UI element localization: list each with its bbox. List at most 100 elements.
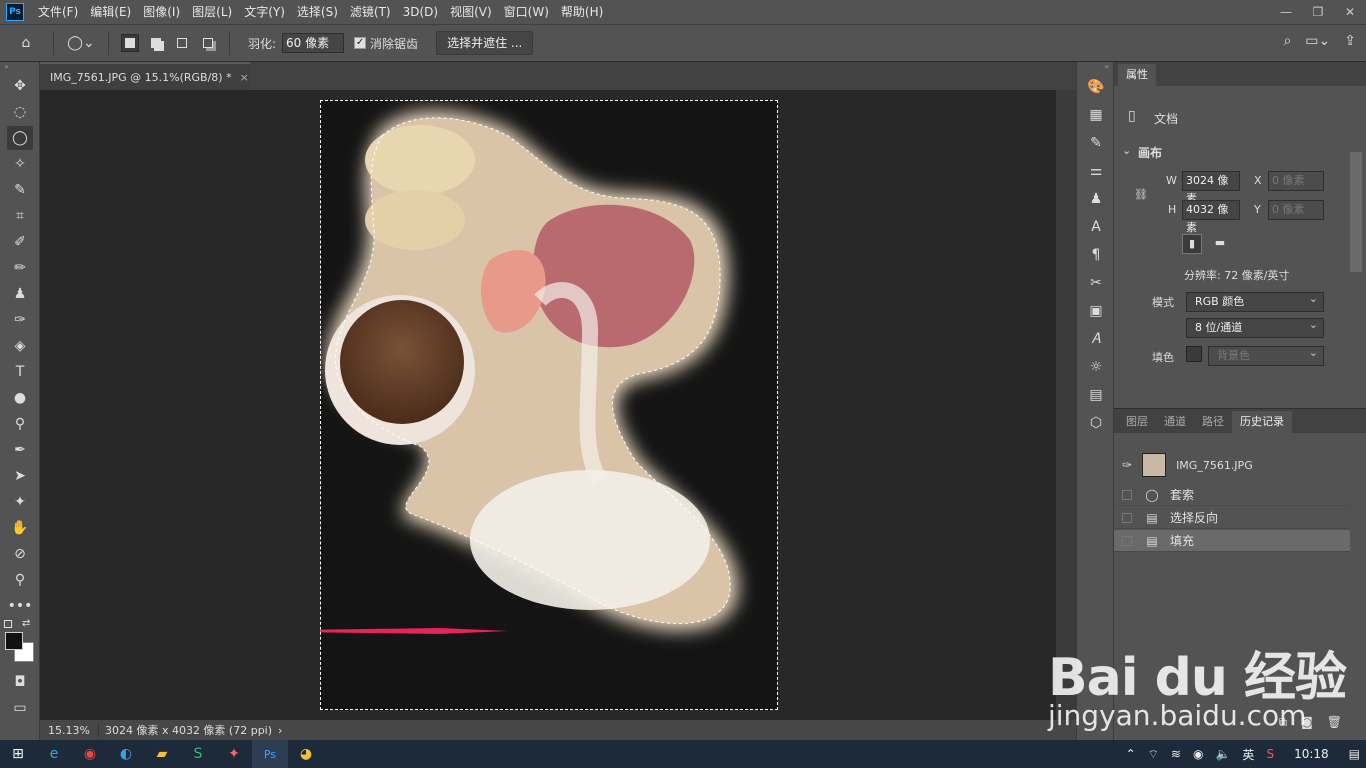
tab-history[interactable]: 历史记录	[1232, 411, 1292, 433]
paragraph-panel-icon[interactable]: ¶	[1082, 242, 1110, 268]
history-row[interactable]: ▤ 填充	[1114, 530, 1350, 552]
zoom-tool-icon[interactable]: ⚲	[7, 568, 33, 592]
collapse-toolbar-icon[interactable]: »	[0, 62, 39, 72]
antialias-toggle[interactable]: ✓ 消除锯齿	[354, 35, 418, 52]
color-panel-icon[interactable]: 🎨	[1082, 74, 1110, 100]
brush-tool-icon[interactable]: ✏	[7, 256, 33, 280]
zoom-level[interactable]: 15.13%	[40, 723, 99, 737]
clone-source-icon[interactable]: ♟	[1082, 186, 1110, 212]
magic-wand-icon[interactable]: ✧	[7, 152, 33, 176]
screen-mode-icon[interactable]: ▭	[7, 696, 33, 720]
tab-properties[interactable]: 属性	[1118, 64, 1156, 86]
healing-brush-icon[interactable]: ✐	[7, 230, 33, 254]
restore-icon[interactable]: ❐	[1302, 0, 1334, 24]
edge-icon[interactable]: ◐	[108, 740, 144, 768]
custom-shape-icon[interactable]: ✦	[7, 490, 33, 514]
dodge-tool-icon[interactable]: ⚲	[7, 412, 33, 436]
history-brush-icon[interactable]: ✑	[7, 308, 33, 332]
menu-layer[interactable]: 图层(L)	[186, 0, 238, 24]
bit-depth-dropdown[interactable]: 8 位/通道	[1186, 316, 1324, 338]
tools-preset-icon[interactable]: ✂	[1082, 270, 1110, 296]
camera-icon[interactable]: ◙	[1301, 715, 1313, 730]
menu-help[interactable]: 帮助(H)	[555, 0, 609, 24]
wifi-icon[interactable]: ≋	[1171, 747, 1181, 761]
properties-scrollbar[interactable]	[1350, 152, 1362, 272]
windows-start-icon[interactable]: ⊞	[0, 740, 36, 768]
menu-filter[interactable]: 滤镜(T)	[344, 0, 397, 24]
subtract-selection-button[interactable]	[173, 34, 191, 52]
tab-layers[interactable]: 图层	[1118, 411, 1156, 433]
eyedropper-icon[interactable]: ✎	[7, 178, 33, 202]
menu-type[interactable]: 文字(Y)	[238, 0, 291, 24]
adjustments-icon[interactable]: ⚌	[1082, 158, 1110, 184]
menu-edit[interactable]: 编辑(E)	[84, 0, 137, 24]
document-tab[interactable]: IMG_7561.JPG @ 15.1%(RGB/8) * ×	[40, 62, 250, 90]
chevron-down-icon[interactable]: ⌄	[1122, 144, 1131, 157]
default-colors-icon[interactable]	[4, 620, 12, 628]
brush-settings-icon[interactable]: ✎	[1082, 130, 1110, 156]
gradient-icon[interactable]: ▤	[1082, 382, 1110, 408]
history-snapshot[interactable]: ✑ IMG_7561.JPG	[1122, 453, 1253, 477]
file-explorer-icon[interactable]: ▰	[144, 740, 180, 768]
ime-label[interactable]: 英	[1242, 746, 1254, 763]
portrait-orientation-icon[interactable]: ▮	[1182, 234, 1202, 254]
type-tool-icon[interactable]: T	[7, 360, 33, 384]
menu-window[interactable]: 窗口(W)	[498, 0, 555, 24]
intersect-selection-button[interactable]	[199, 34, 217, 52]
y-field[interactable]: 0 像素	[1268, 200, 1324, 220]
tab-paths[interactable]: 路径	[1194, 411, 1232, 433]
swatches-panel-icon[interactable]: ▦	[1082, 102, 1110, 128]
lasso-preset-icon[interactable]: ◯⌄	[67, 30, 95, 56]
vertical-scrollbar[interactable]	[1056, 90, 1076, 720]
learn-icon[interactable]: ☼	[1082, 354, 1110, 380]
app-icon[interactable]: ◕	[288, 740, 324, 768]
fill-dropdown[interactable]: 背景色	[1208, 344, 1324, 366]
more-tools-icon[interactable]: •••	[7, 594, 33, 618]
move-tool-icon[interactable]: ✥	[7, 74, 33, 98]
landscape-orientation-icon[interactable]: ▬	[1210, 234, 1230, 254]
workspace-icon[interactable]: ▭⌄	[1305, 33, 1330, 49]
sogou-icon[interactable]: S	[1266, 747, 1274, 761]
feather-input[interactable]: 60 像素	[282, 33, 345, 53]
search-icon[interactable]: ⌕	[1283, 33, 1291, 49]
share-icon[interactable]: ⇪	[1344, 33, 1356, 49]
menu-image[interactable]: 图像(I)	[137, 0, 186, 24]
photoshop-taskbar-icon[interactable]: Ps	[252, 740, 288, 768]
volume-icon[interactable]: 🔈	[1215, 747, 1230, 761]
glyphs-icon[interactable]: 𝐴	[1082, 326, 1110, 352]
menu-select[interactable]: 选择(S)	[291, 0, 344, 24]
mode-dropdown[interactable]: RGB 颜色	[1186, 290, 1324, 312]
color-swatches[interactable]: ⇄	[0, 618, 40, 668]
ie-icon[interactable]: e	[36, 740, 72, 768]
navigator-icon[interactable]: ▣	[1082, 298, 1110, 324]
quick-mask-icon[interactable]: ◘	[7, 670, 33, 694]
add-selection-button[interactable]	[147, 34, 165, 52]
app-icon[interactable]: ✦	[216, 740, 252, 768]
history-checkbox[interactable]	[1122, 535, 1132, 546]
history-checkbox[interactable]	[1122, 512, 1132, 523]
home-icon[interactable]: ⌂	[12, 30, 40, 56]
notification-icon[interactable]: ▤	[1349, 747, 1360, 761]
history-row[interactable]: ◯ 套索	[1114, 484, 1350, 506]
swap-colors-icon[interactable]: ⇄	[22, 618, 30, 629]
history-checkbox[interactable]	[1122, 489, 1132, 500]
foreground-color-swatch[interactable]	[5, 632, 23, 650]
height-field[interactable]: 4032 像素	[1182, 200, 1240, 234]
path-select-icon[interactable]: ➤	[7, 464, 33, 488]
pen-tool-icon[interactable]: ✒	[7, 438, 33, 462]
qq-icon[interactable]: ◉	[1193, 747, 1203, 761]
antialias-checkbox[interactable]: ✓	[354, 37, 367, 49]
hand-tool-icon[interactable]: ✋	[7, 516, 33, 540]
x-field[interactable]: 0 像素	[1268, 171, 1324, 191]
select-and-mask-button[interactable]: 选择并遮住 ...	[436, 31, 534, 55]
rotate-view-icon[interactable]: ⊘	[7, 542, 33, 566]
menu-file[interactable]: 文件(F)	[32, 0, 84, 24]
close-window-icon[interactable]: ✕	[1334, 0, 1366, 24]
tab-channels[interactable]: 通道	[1156, 411, 1194, 433]
chrome-icon[interactable]: ◉	[72, 740, 108, 768]
trash-icon[interactable]: 🗑	[1327, 715, 1342, 730]
minimize-icon[interactable]: —	[1270, 0, 1302, 24]
paint-bucket-icon[interactable]: ◈	[7, 334, 33, 358]
crop-tool-icon[interactable]: ⌗	[7, 204, 33, 228]
3d-panel-icon[interactable]: ⬡	[1082, 410, 1110, 436]
